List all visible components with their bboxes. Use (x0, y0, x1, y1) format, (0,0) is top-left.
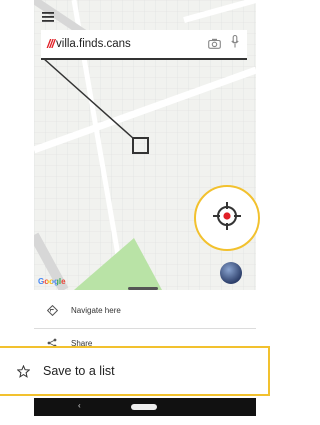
star-icon (17, 364, 30, 378)
navigate-here-label: Navigate here (71, 305, 121, 315)
navigate-icon (45, 304, 59, 316)
save-to-list-callout[interactable]: Save to a list (0, 346, 270, 396)
location-square-marker (132, 137, 149, 154)
navigate-here-row[interactable]: Navigate here (34, 295, 256, 325)
system-navigation-bar: ‹ (34, 398, 256, 416)
address-prefix: /// (47, 37, 55, 51)
avatar[interactable] (220, 262, 242, 284)
three-word-address: villa.finds.cans (56, 38, 131, 50)
mic-icon[interactable] (231, 34, 239, 53)
back-button[interactable]: ‹ (78, 401, 81, 410)
google-attribution: Google (38, 277, 66, 286)
locate-button-callout[interactable] (194, 185, 260, 251)
locate-crosshair-icon (210, 199, 244, 238)
save-to-list-label: Save to a list (43, 364, 115, 378)
search-bar[interactable]: /// villa.finds.cans (41, 30, 247, 60)
camera-icon[interactable] (208, 36, 221, 54)
menu-icon[interactable] (42, 9, 54, 27)
home-button[interactable] (131, 404, 157, 410)
